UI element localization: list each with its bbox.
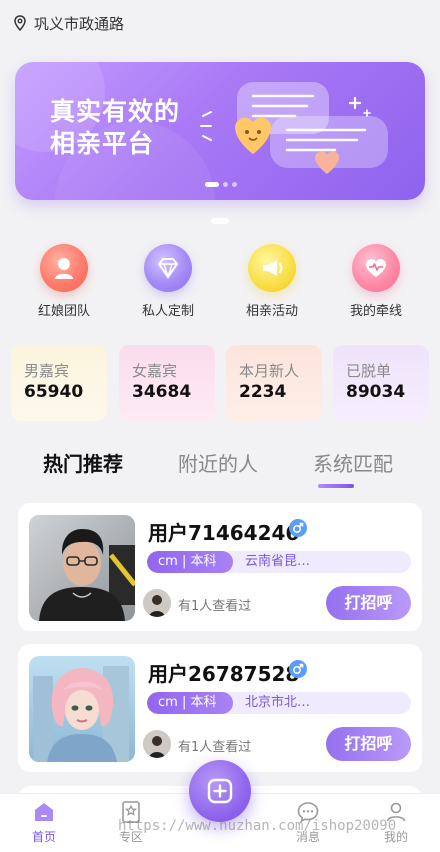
quick-nav-label: 我的牵线 xyxy=(349,304,402,319)
user-info-bar: cm | 本科 云南省昆… xyxy=(147,551,411,573)
male-gender-icon xyxy=(289,660,307,678)
banner-slogan-line2: 相亲平台 xyxy=(50,129,155,158)
stat-value: 89034 xyxy=(346,382,406,402)
stat-value: 65940 xyxy=(24,382,84,402)
diamond-icon xyxy=(144,244,192,292)
swiper-indicator xyxy=(211,218,229,224)
user-card[interactable]: 用户71464246 cm | 本科 云南省昆… 有1人查看过 打招呼 xyxy=(18,503,422,631)
quick-nav-activities[interactable]: 相亲活动 xyxy=(227,240,317,319)
stat-label: 女嘉宾 xyxy=(132,362,178,380)
stat-label: 已脱单 xyxy=(346,362,392,380)
location-bar[interactable]: 巩义市政通路 xyxy=(14,12,124,34)
user-height-education: cm | 本科 xyxy=(147,692,233,714)
stat-value: 2234 xyxy=(239,382,287,402)
banner-dot-active xyxy=(205,182,219,187)
location-pin-icon xyxy=(14,15,26,31)
home-page: 巩义市政通路 真实有效的 相亲平台 红娘团队 私人定制 相亲活动 我的牵线 男嘉… xyxy=(0,0,440,852)
plus-icon xyxy=(207,778,233,804)
stat-label: 本月新人 xyxy=(239,362,300,380)
stat-matched[interactable]: 已脱单 89034 xyxy=(333,345,429,421)
location-text: 巩义市政通路 xyxy=(34,14,125,33)
stat-new-this-month[interactable]: 本月新人 2234 xyxy=(226,345,322,421)
banner-dots xyxy=(205,182,237,187)
tab-system-match[interactable]: 系统匹配 xyxy=(313,448,393,477)
user-height-education: cm | 本科 xyxy=(147,551,233,573)
tab-underline xyxy=(318,484,354,488)
heart-pulse-icon xyxy=(352,244,400,292)
quick-nav: 红娘团队 私人定制 相亲活动 我的牵线 xyxy=(0,240,440,320)
post-fab-button[interactable] xyxy=(189,760,251,822)
user-name[interactable]: 用户71464246 xyxy=(148,517,299,546)
stat-label: 男嘉宾 xyxy=(24,362,70,380)
stat-value: 34684 xyxy=(132,382,192,402)
tab-hot-recommend[interactable]: 热门推荐 xyxy=(43,448,123,477)
viewer-avatar xyxy=(143,589,171,617)
banner-dot xyxy=(232,182,237,187)
banner-dot xyxy=(223,182,228,187)
quick-nav-label: 红娘团队 xyxy=(37,304,90,319)
promo-banner[interactable]: 真实有效的 相亲平台 xyxy=(15,62,425,200)
user-photo[interactable] xyxy=(29,656,135,762)
user-location: 北京市北… xyxy=(245,695,311,710)
viewed-count-text: 有1人查看过 xyxy=(178,599,252,614)
tab-nearby[interactable]: 附近的人 xyxy=(178,448,258,477)
user-card[interactable]: 用户26787528 cm | 本科 北京市北… 有1人查看过 打招呼 xyxy=(18,644,422,772)
quick-nav-label: 相亲活动 xyxy=(245,304,298,319)
banner-slogan: 真实有效的 相亲平台 xyxy=(50,96,210,160)
quick-nav-custom[interactable]: 私人定制 xyxy=(123,240,213,319)
greet-button[interactable]: 打招呼 xyxy=(326,727,411,761)
viewer-avatar xyxy=(143,730,171,758)
user-name[interactable]: 用户26787528 xyxy=(148,658,299,687)
nav-label: 首页 xyxy=(31,830,56,844)
male-gender-icon xyxy=(289,519,307,537)
chat-hearts-illustration xyxy=(200,82,388,174)
viewed-count-text: 有1人查看过 xyxy=(178,740,252,755)
user-location: 云南省昆… xyxy=(245,554,311,569)
stat-male-guests[interactable]: 男嘉宾 65940 xyxy=(11,345,107,421)
megaphone-icon xyxy=(248,244,296,292)
watermark-text: https://www.huzhan.com/ishop20090 xyxy=(118,818,397,834)
home-icon xyxy=(35,803,53,821)
quick-nav-label: 私人定制 xyxy=(141,304,194,319)
user-info-bar: cm | 本科 北京市北… xyxy=(147,692,411,714)
nav-home[interactable]: 首页 xyxy=(14,800,74,845)
banner-slogan-line1: 真实有效的 xyxy=(50,97,181,126)
stat-female-guests[interactable]: 女嘉宾 34684 xyxy=(119,345,215,421)
matchmaker-icon xyxy=(40,244,88,292)
quick-nav-my-matches[interactable]: 我的牵线 xyxy=(331,240,421,319)
greet-button[interactable]: 打招呼 xyxy=(326,586,411,620)
feed-tabs: 热门推荐 附近的人 系统匹配 xyxy=(0,448,440,492)
user-photo[interactable] xyxy=(29,515,135,621)
quick-nav-matchmaker[interactable]: 红娘团队 xyxy=(19,240,109,319)
